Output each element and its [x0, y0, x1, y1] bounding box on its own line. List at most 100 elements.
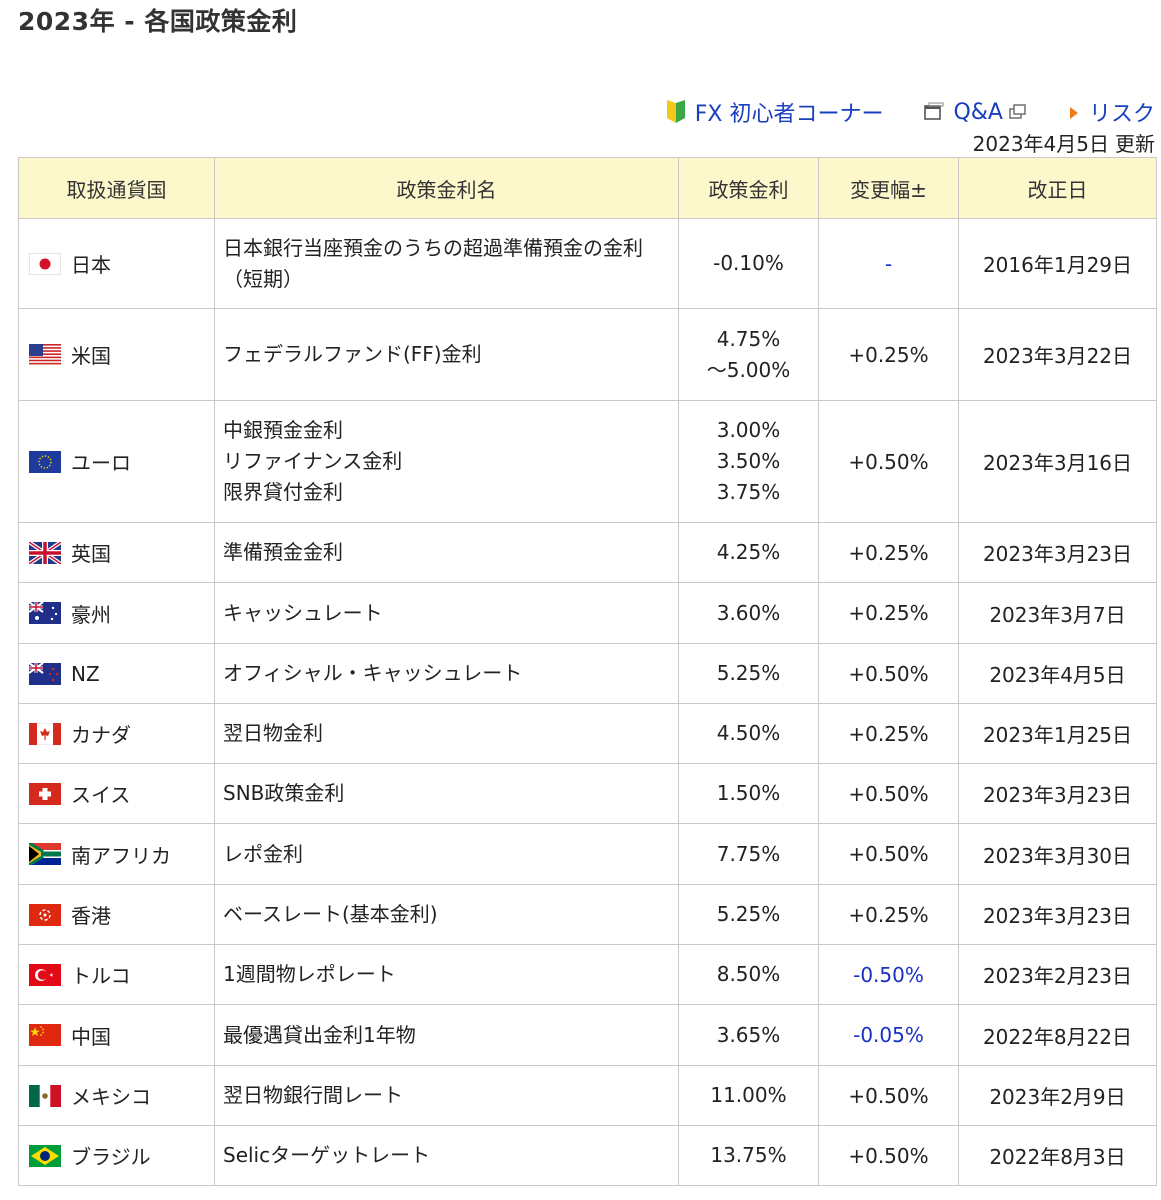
- brazil-flag-icon: [29, 1144, 61, 1167]
- revision-date-cell: 2022年8月3日: [958, 1125, 1157, 1186]
- country-name: 香港: [71, 904, 111, 928]
- revision-date-cell: 2023年2月9日: [958, 1065, 1157, 1126]
- rate-value: 3.65%: [716, 1022, 781, 1047]
- usa-flag-icon: [29, 343, 61, 366]
- country-cell: 香港: [18, 884, 215, 945]
- country-name: ブラジル: [71, 1145, 151, 1169]
- rate-cell: 4.75% ～5.00%: [678, 308, 819, 401]
- revision-date-cell: 2022年8月22日: [958, 1004, 1157, 1066]
- change-cell: -0.05%: [818, 1004, 959, 1066]
- country-name: スイス: [71, 783, 131, 807]
- change-cell: +0.50%: [818, 1065, 959, 1126]
- china-flag-icon: [29, 1024, 61, 1046]
- rate-name-line: 日本銀行当座預金のうちの超過準備預金の金利: [223, 235, 643, 260]
- rate-cell: 3.65%: [678, 1004, 819, 1066]
- policy-rate-table: 取扱通貨国 政策金利名 政策金利 変更幅± 改正日 日本 日本銀行当座預金のうちの…: [18, 157, 1157, 1186]
- rate-cell: 3.00% 3.50% 3.75%: [678, 400, 819, 523]
- country-name: カナダ: [71, 723, 131, 747]
- rate-name-line: 最優遇貸出金利1年物: [223, 1022, 416, 1047]
- beginner-link[interactable]: FX 初心者コーナー: [665, 96, 883, 128]
- rate-name-line: SNB政策金利: [223, 781, 345, 805]
- eu-flag-icon: [29, 450, 61, 473]
- rate-name-cell: フェデラルファンド(FF)金利: [214, 308, 679, 401]
- country-name: 南アフリカ: [71, 843, 171, 868]
- table-row: スイス SNB政策金利 1.50% +0.50% 2023年3月23日: [18, 763, 1157, 824]
- table-row: 英国 準備預金金利 4.25% +0.25% 2023年3月23日: [18, 522, 1157, 583]
- rate-value: 11.00%: [710, 1083, 787, 1107]
- rate-name-line: 翌日物金利: [223, 721, 323, 745]
- qa-link-label: Q&A: [953, 99, 1003, 125]
- header-change: 変更幅±: [818, 157, 959, 219]
- rate-cell: 11.00%: [678, 1065, 819, 1126]
- rate-value: ～5.00%: [706, 357, 791, 382]
- country-cell: 南アフリカ: [18, 823, 215, 885]
- rate-cell: 7.75%: [678, 823, 819, 885]
- rate-name-cell: 翌日物金利: [214, 703, 679, 764]
- change-cell: +0.50%: [818, 643, 959, 704]
- rate-cell: 4.25%: [678, 522, 819, 583]
- rate-value: 4.75%: [716, 326, 781, 351]
- rate-name-cell: SNB政策金利: [214, 763, 679, 824]
- change-cell: -0.50%: [818, 944, 959, 1005]
- uk-flag-icon: [29, 541, 61, 564]
- country-cell: 豪州: [18, 582, 215, 644]
- table-header-row: 取扱通貨国 政策金利名 政策金利 変更幅± 改正日: [18, 157, 1157, 219]
- change-cell: +0.25%: [818, 308, 959, 401]
- rate-name-line: レポ金利: [223, 841, 303, 866]
- country-name: 米国: [71, 344, 111, 368]
- qa-link[interactable]: Q&A: [923, 100, 1027, 125]
- revision-date-cell: 2023年3月23日: [958, 522, 1157, 583]
- rate-cell: 3.60%: [678, 582, 819, 644]
- change-cell: +0.50%: [818, 823, 959, 885]
- rate-cell: 5.25%: [678, 884, 819, 945]
- rate-name-cell: 1週間物レポレート: [214, 944, 679, 1005]
- country-cell: ブラジル: [18, 1125, 215, 1186]
- rate-value: 3.50%: [716, 449, 781, 473]
- header-rate-name: 政策金利名: [214, 157, 679, 219]
- rate-name-cell: Selicターゲットレート: [214, 1125, 679, 1186]
- rate-value: 7.75%: [716, 841, 781, 866]
- rate-cell: 1.50%: [678, 763, 819, 824]
- revision-date-cell: 2023年3月23日: [958, 884, 1157, 945]
- country-cell: 英国: [18, 522, 215, 583]
- country-name: ユーロ: [71, 451, 131, 475]
- country-cell: 中国: [18, 1004, 215, 1066]
- country-name: メキシコ: [71, 1085, 151, 1109]
- country-cell: ユーロ: [18, 400, 215, 523]
- canada-flag-icon: [29, 722, 61, 745]
- rate-name-cell: 準備預金金利: [214, 522, 679, 583]
- updated-label: 更新: [1115, 132, 1155, 156]
- rate-cell: -0.10%: [678, 218, 819, 309]
- rate-value: 3.60%: [716, 600, 781, 625]
- change-cell: +0.50%: [818, 400, 959, 523]
- country-name: 英国: [71, 542, 111, 566]
- table-row: 香港 ベースレート(基本金利) 5.25% +0.25% 2023年3月23日: [18, 884, 1157, 945]
- switzerland-flag-icon: [29, 782, 61, 805]
- header-date: 改正日: [958, 157, 1157, 219]
- australia-flag-icon: [29, 602, 61, 624]
- rate-cell: 13.75%: [678, 1125, 819, 1186]
- rate-name-line: 中銀預金金利: [223, 418, 343, 442]
- country-cell: カナダ: [18, 703, 215, 764]
- table-row: トルコ 1週間物レポレート 8.50% -0.50% 2023年2月23日: [18, 944, 1157, 1005]
- country-name: 日本: [71, 253, 111, 277]
- table-row: NZ オフィシャル・キャッシュレート 5.25% +0.50% 2023年4月5日: [18, 643, 1157, 704]
- table-row: 米国 フェデラルファンド(FF)金利 4.75% ～5.00% +0.25% 2023年3…: [18, 308, 1157, 401]
- table-row: 南アフリカ レポ金利 7.75% +0.50% 2023年3月30日: [18, 823, 1157, 885]
- rate-name-line: （短期）: [223, 266, 303, 291]
- rate-name-line: 翌日物銀行間レート: [223, 1083, 403, 1107]
- beginner-mark-icon: [666, 100, 685, 123]
- page-title: 2023年 - 各国政策金利: [18, 7, 298, 36]
- risk-link[interactable]: リスク: [1067, 96, 1155, 128]
- rate-value: 5.25%: [716, 661, 781, 685]
- revision-date-cell: 2023年4月5日: [958, 643, 1157, 704]
- revision-date-cell: 2023年3月22日: [958, 308, 1157, 401]
- rate-value: 5.25%: [716, 902, 781, 926]
- rate-value: 4.25%: [716, 540, 781, 564]
- change-cell: +0.50%: [818, 763, 959, 824]
- table-row: ブラジル Selicターゲットレート 13.75% +0.50% 2022年8月3日: [18, 1125, 1157, 1186]
- rate-cell: 4.50%: [678, 703, 819, 764]
- rate-name-cell: キャッシュレート: [214, 582, 679, 644]
- revision-date-cell: 2016年1月29日: [958, 218, 1157, 309]
- rate-name-cell: 中銀預金金利 リファイナンス金利 限界貸付金利: [214, 400, 679, 523]
